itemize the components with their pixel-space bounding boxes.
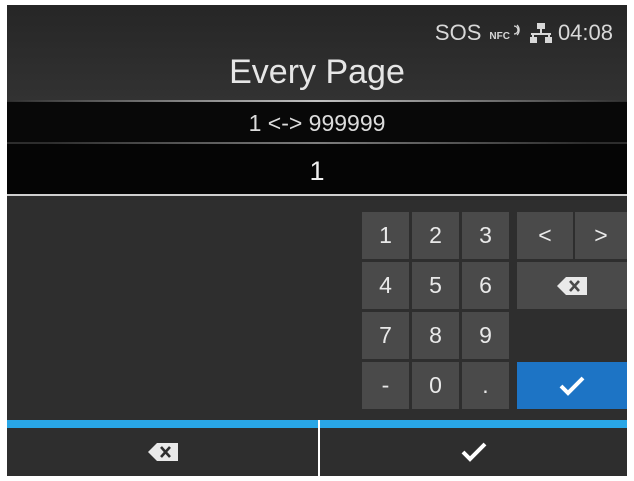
clock: 04:08 xyxy=(557,20,613,45)
key-1[interactable]: 1 xyxy=(362,212,409,259)
softkey-accent xyxy=(320,420,627,428)
network-icon xyxy=(529,23,552,43)
key-4[interactable]: 4 xyxy=(362,262,409,309)
header: SOS NFC 04:08 Every Page xyxy=(7,5,627,101)
key-3[interactable]: 3 xyxy=(462,212,509,259)
back-button[interactable] xyxy=(7,420,318,476)
status-bar: SOS NFC 04:08 xyxy=(435,19,613,47)
keypad-backspace-button[interactable] xyxy=(517,262,627,309)
softkey-accent xyxy=(7,420,318,428)
checkmark-icon xyxy=(461,442,486,462)
nfc-icon xyxy=(513,24,520,36)
printer-display: SOS NFC 04:08 Every Page 1 <-> 999999 1 xyxy=(7,5,627,476)
checkmark-icon xyxy=(559,376,585,396)
keypad-confirm-button[interactable] xyxy=(517,362,627,409)
key-minus[interactable]: - xyxy=(362,362,409,409)
key-7[interactable]: 7 xyxy=(362,312,409,359)
sos-indicator: SOS xyxy=(434,20,482,45)
cursor-left-button[interactable]: < xyxy=(517,212,573,259)
key-dot[interactable]: . xyxy=(462,362,509,409)
key-8[interactable]: 8 xyxy=(412,312,459,359)
value-display: 1 xyxy=(309,156,325,186)
softkey-bar xyxy=(7,420,627,476)
page-title: Every Page xyxy=(229,53,405,91)
key-6[interactable]: 6 xyxy=(462,262,509,309)
cursor-right-button[interactable]: > xyxy=(575,212,627,259)
backspace-icon xyxy=(147,443,178,461)
range-row: 1 <-> 999999 xyxy=(7,102,627,142)
confirm-button[interactable] xyxy=(320,420,627,476)
key-9[interactable]: 9 xyxy=(462,312,509,359)
value-field[interactable]: 1 xyxy=(7,144,627,194)
range-label: 1 <-> 999999 xyxy=(248,110,386,136)
key-0[interactable]: 0 xyxy=(412,362,459,409)
key-5[interactable]: 5 xyxy=(412,262,459,309)
nfc-indicator: NFC xyxy=(489,30,510,42)
key-2[interactable]: 2 xyxy=(412,212,459,259)
keypad: 1 2 3 < > 4 5 6 7 8 9 - 0 . xyxy=(7,196,627,420)
backspace-icon xyxy=(557,276,587,295)
